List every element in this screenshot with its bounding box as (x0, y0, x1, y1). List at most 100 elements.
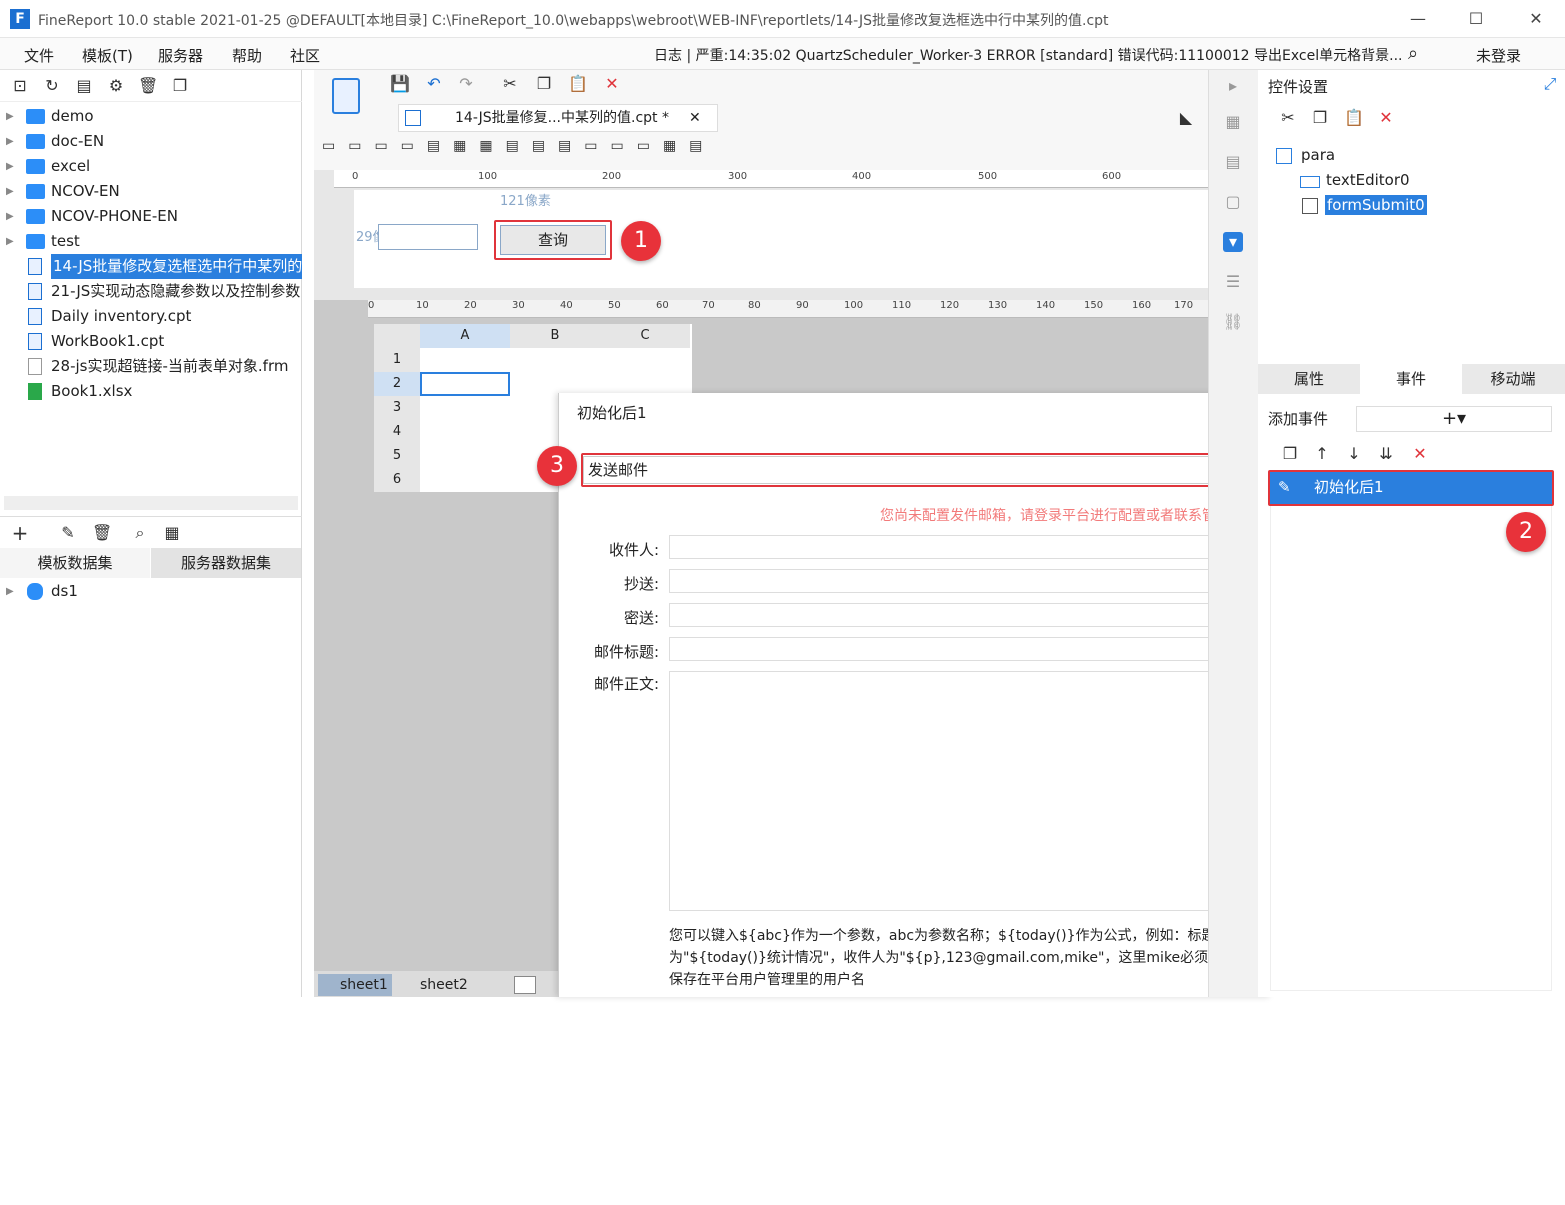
tab-server-dataset[interactable]: 服务器数据集 (151, 548, 301, 578)
column-header[interactable]: A (420, 324, 510, 348)
undo-icon[interactable]: ↶ (424, 74, 444, 94)
selected-cell-a2[interactable] (420, 372, 510, 396)
template-info-icon[interactable]: ▤ (74, 76, 94, 96)
add-sheet-icon[interactable] (514, 976, 536, 994)
frame-icon[interactable]: ▢ (1223, 192, 1243, 212)
row-header[interactable]: 3 (374, 396, 420, 420)
sheet-tab-sheet2[interactable]: sheet2 (398, 974, 484, 996)
add-dataset-icon[interactable]: + (10, 523, 30, 543)
expand-icon[interactable]: ▶ (6, 579, 14, 604)
expand-icon[interactable]: ▶ (6, 179, 14, 204)
tree-item-file-28[interactable]: 28-js实现超链接-当前表单对象.frm (0, 354, 302, 379)
tab-template-dataset[interactable]: 模板数据集 (0, 548, 150, 578)
new-folder-icon[interactable]: ⊡ (10, 76, 30, 96)
link-icon[interactable]: ⛓ (1223, 312, 1243, 332)
expand-icon[interactable]: ▶ (6, 204, 14, 229)
menu-help[interactable]: 帮助 (232, 45, 262, 66)
tree-item-workbook1[interactable]: WorkBook1.cpt (0, 329, 302, 354)
bcc-input[interactable] (669, 603, 1245, 627)
tree-item-doc-en[interactable]: ▶ doc-EN (0, 129, 302, 154)
maximize-button[interactable]: ☐ (1456, 6, 1496, 32)
copy-event-icon[interactable]: ❐ (1280, 444, 1300, 464)
move-bottom-icon[interactable]: ⇊ (1376, 444, 1396, 464)
cut-icon[interactable]: ✂ (500, 74, 520, 94)
expand-icon[interactable]: ▶ (6, 229, 14, 254)
tab-events[interactable]: 事件 (1360, 364, 1462, 394)
tree-item-ncov-phone-en[interactable]: ▶ NCOV-PHONE-EN (0, 204, 302, 229)
tree-scrollbar[interactable] (4, 496, 298, 510)
menu-server[interactable]: 服务器 (158, 45, 203, 66)
widget-tree-texteditor[interactable]: textEditor0 (1300, 171, 1410, 189)
widget-tree-formsubmit[interactable]: formSubmit0 (1300, 195, 1427, 215)
expand-arrow-icon[interactable]: ▸ (1223, 76, 1243, 96)
menu-file[interactable]: 文件 (24, 45, 54, 66)
preview-icon[interactable]: ⌕ (130, 523, 150, 543)
delete-dataset-icon[interactable]: 🗑 (92, 523, 112, 543)
close-window-button[interactable]: ✕ (1516, 6, 1556, 32)
settings-icon[interactable]: ⚙ (106, 76, 126, 96)
menu-template[interactable]: 模板(T) (82, 45, 133, 66)
cc-input[interactable] (669, 569, 1245, 593)
row-header[interactable]: 6 (374, 468, 420, 492)
cut-icon[interactable]: ✂ (1278, 108, 1298, 128)
delete-icon[interactable]: 🗑 (138, 76, 158, 96)
widget-palette[interactable]: ▭▭▭▭▤▦▦▤▤▤▭▭▭▦▤ (322, 138, 822, 162)
minimize-button[interactable]: — (1398, 6, 1438, 32)
move-down-icon[interactable]: ↓ (1344, 444, 1364, 464)
add-event-dropdown[interactable]: +▾ (1356, 406, 1552, 432)
tree-item-book1[interactable]: Book1.xlsx (0, 379, 302, 404)
tree-item-test[interactable]: ▶ test (0, 229, 302, 254)
event-list-item[interactable]: ✎ 初始化后1 (1270, 472, 1552, 504)
expand-icon[interactable]: ▶ (6, 154, 14, 179)
tab-close-icon[interactable]: ✕ (689, 105, 701, 131)
row-header[interactable]: 2 (374, 372, 420, 396)
delete-icon[interactable]: ✕ (602, 74, 622, 94)
delete-icon[interactable]: ✕ (1376, 108, 1396, 128)
select-all-corner[interactable] (374, 324, 420, 348)
text-editor-widget[interactable] (378, 224, 478, 250)
tree-item-demo[interactable]: ▶ demo (0, 104, 302, 129)
save-icon[interactable]: 💾 (390, 74, 410, 94)
tree-item-file-21[interactable]: 21-JS实现动态隐藏参数以及控制参数 (0, 279, 302, 304)
collapse-icon[interactable]: ⤢ (1540, 74, 1560, 94)
menu-community[interactable]: 社区 (290, 45, 320, 66)
expand-icon[interactable]: ▶ (6, 129, 14, 154)
dataset-item-ds1[interactable]: ▶ ds1 (0, 579, 302, 604)
refresh-icon[interactable]: ↻ (42, 76, 62, 96)
tree-item-file-14[interactable]: 14-JS批量修改复选框选中行中某列的 (0, 254, 302, 279)
search-icon[interactable]: ⌕ (1408, 43, 1418, 64)
redo-icon[interactable]: ↷ (456, 74, 476, 94)
document-tab[interactable]: 14-JS批量修复...中某列的值.cpt * ✕ (398, 104, 718, 132)
column-header[interactable]: C (600, 324, 690, 348)
row-header[interactable]: 1 (374, 348, 420, 372)
subject-input[interactable] (669, 637, 1245, 661)
widget-settings-icon[interactable]: ▾ (1223, 232, 1243, 252)
expand-icon[interactable]: ▶ (6, 104, 14, 129)
paste-icon[interactable]: 📋 (568, 74, 588, 94)
form-icon[interactable]: ▤ (1223, 152, 1243, 172)
column-header[interactable]: B (510, 324, 600, 348)
recipient-input[interactable] (669, 535, 1245, 559)
tree-item-daily-inventory[interactable]: Daily inventory.cpt (0, 304, 302, 329)
row-header[interactable]: 5 (374, 444, 420, 468)
log-message[interactable]: 日志 | 严重:14:35:02 QuartzScheduler_Worker-… (654, 45, 1406, 65)
layout-icon[interactable]: ▦ (1223, 112, 1243, 132)
tree-item-excel[interactable]: ▶ excel (0, 154, 302, 179)
tree-item-ncov-en[interactable]: ▶ NCOV-EN (0, 179, 302, 204)
pin-icon[interactable]: ◣ (1176, 108, 1196, 128)
move-up-icon[interactable]: ↑ (1312, 444, 1332, 464)
paste-icon[interactable]: 📋 (1344, 108, 1364, 128)
dataset-settings-icon[interactable]: ▦ (162, 523, 182, 543)
list-icon[interactable]: ☰ (1223, 272, 1243, 292)
body-textarea[interactable] (669, 671, 1245, 911)
widget-tree-root[interactable]: para (1276, 146, 1335, 164)
delete-event-icon[interactable]: ✕ (1410, 444, 1430, 464)
sheet-tab-sheet1[interactable]: sheet1 (318, 974, 392, 996)
form-edit-icon[interactable] (332, 78, 360, 114)
tab-properties[interactable]: 属性 (1258, 364, 1360, 394)
login-status[interactable]: 未登录 (1476, 45, 1521, 66)
edit-icon[interactable]: ✎ (58, 523, 78, 543)
action-type-select[interactable]: 发送邮件⌄ (583, 456, 1241, 484)
query-button[interactable]: 查询 (500, 225, 606, 255)
tab-mobile[interactable]: 移动端 (1462, 364, 1564, 394)
